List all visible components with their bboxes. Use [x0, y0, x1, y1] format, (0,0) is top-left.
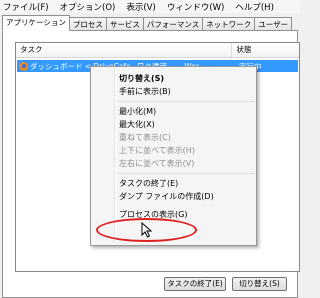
menu-bar: ファイル(F) オプション(O) 表示(V) ウィンドウ(W) ヘルプ(H) — [0, 0, 300, 13]
column-status[interactable]: 状態 — [232, 43, 299, 57]
end-task-button[interactable]: タスクの終了(E) — [164, 277, 226, 291]
menu-item-bring-to-front[interactable]: 手前に表示(B) — [91, 85, 256, 98]
menu-help[interactable]: ヘルプ(H) — [230, 1, 280, 13]
tab-processes[interactable]: プロセス — [68, 17, 107, 31]
column-task[interactable]: タスク — [16, 43, 233, 57]
menu-item-maximize[interactable]: 最大化(X) — [91, 118, 256, 131]
task-list-header: タスク 状態 — [16, 43, 299, 58]
menu-item-switch-to[interactable]: 切り替え(S) — [91, 72, 256, 85]
menu-separator — [117, 173, 254, 174]
switch-to-button[interactable]: 切り替え(S) — [232, 277, 287, 291]
tab-strip: アプリケーション プロセス サービス パフォーマンス ネットワーク ユーザー — [0, 15, 300, 31]
tab-networking[interactable]: ネットワーク — [202, 17, 256, 31]
menu-item-tile-horizontally: 上下に並べて表示(H) — [119, 146, 195, 155]
menu-file[interactable]: ファイル(F) — [0, 1, 55, 13]
menu-item-cascade: 重ねて表示(C) — [119, 133, 171, 142]
menu-view[interactable]: 表示(V) — [121, 1, 161, 13]
menu-options[interactable]: オプション(O) — [55, 1, 122, 13]
menu-item-create-dump-file[interactable]: ダンプ ファイルの作成(D) — [91, 190, 256, 203]
tab-applications[interactable]: アプリケーション — [2, 15, 70, 31]
tab-users[interactable]: ユーザー — [254, 17, 293, 31]
menu-item-end-task[interactable]: タスクの終了(E) — [91, 177, 256, 190]
menu-item-minimize[interactable]: 最小化(M) — [91, 105, 256, 118]
menu-separator — [117, 101, 254, 102]
tab-performance[interactable]: パフォーマンス — [142, 17, 204, 31]
firefox-icon — [19, 61, 28, 71]
menu-item-tile-vertically: 左右に並べて表示(V) — [119, 159, 195, 168]
menu-window[interactable]: ウィンドウ(W) — [162, 1, 231, 13]
mouse-pointer-icon — [141, 222, 153, 238]
tab-services[interactable]: サービス — [105, 17, 144, 31]
